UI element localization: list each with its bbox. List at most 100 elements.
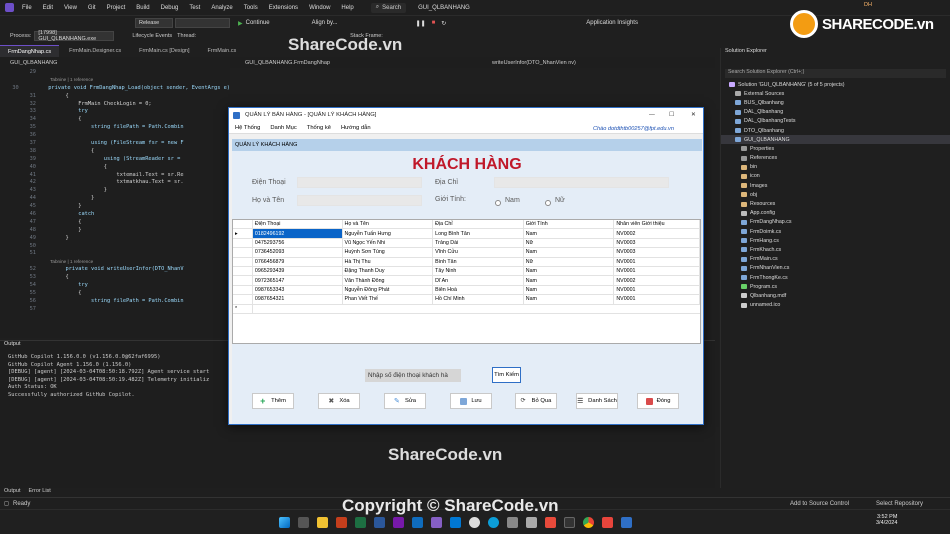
table-cell[interactable]: NV0002 bbox=[614, 276, 700, 285]
edit-button[interactable]: ✎ Sửa bbox=[384, 393, 426, 409]
lifecycle-button[interactable]: Lifecycle Events bbox=[132, 33, 172, 39]
row-header[interactable] bbox=[233, 238, 253, 248]
file-explorer-icon[interactable] bbox=[316, 516, 328, 528]
align-button[interactable]: Align by... bbox=[312, 20, 338, 26]
nav-project[interactable]: GUI_QLBANHANG bbox=[10, 60, 210, 66]
vscode-icon[interactable] bbox=[449, 516, 461, 528]
source-control-button[interactable]: Add to Source Control bbox=[790, 501, 849, 507]
female-label[interactable]: Nữ bbox=[555, 197, 565, 204]
table-cell[interactable]: NV0002 bbox=[614, 229, 700, 238]
skip-button[interactable]: ⟳ Bỏ Qua bbox=[515, 393, 557, 409]
solution-item[interactable]: Qlbanhang.mdf bbox=[721, 291, 950, 300]
close-button[interactable]: Đóng bbox=[637, 393, 679, 409]
table-cell[interactable]: 0766456879 bbox=[253, 257, 343, 266]
edge-icon[interactable] bbox=[487, 516, 499, 528]
solution-item[interactable]: icon bbox=[721, 172, 950, 181]
table-row[interactable]: 0736452093 Huỳnh Sơn Tùng Vĩnh Cửu Nam NV000… bbox=[233, 248, 700, 258]
solution-item[interactable]: obj bbox=[721, 190, 950, 199]
menu-view[interactable]: View bbox=[64, 5, 77, 11]
table-cell[interactable]: NV0001 bbox=[614, 285, 700, 295]
table-cell[interactable]: NV0001 bbox=[614, 266, 700, 276]
code-editor[interactable]: 29 Tabnine | 1 reference 30 private void … bbox=[0, 68, 230, 338]
column-header[interactable]: Giới Tính bbox=[524, 220, 615, 229]
continue-play-icon[interactable]: ▶ bbox=[238, 20, 243, 27]
app-menu-item[interactable]: Hệ Thống bbox=[235, 125, 260, 131]
table-cell[interactable]: Huỳnh Sơn Tùng bbox=[343, 248, 434, 257]
solution-item[interactable]: DAL_Qlbanhang bbox=[721, 108, 950, 117]
table-row[interactable]: 0766456879 Hà Thị Thu Bình Tân Nữ NV0001 bbox=[233, 257, 700, 267]
column-header[interactable]: Họ và Tên bbox=[343, 220, 434, 229]
minimize-icon[interactable]: — bbox=[649, 112, 655, 118]
solution-item[interactable]: bin bbox=[721, 163, 950, 172]
customer-grid[interactable]: Điện Thoại Họ và Tên Địa Chỉ Giới Tính Nhân … bbox=[232, 219, 701, 344]
save-button[interactable]: Lưu bbox=[450, 393, 492, 409]
table-cell[interactable]: Biên Hoà bbox=[433, 285, 524, 295]
solution-search-input[interactable]: Search Solution Explorer (Ctrl+;) bbox=[725, 69, 946, 78]
menu-extensions[interactable]: Extensions bbox=[269, 5, 298, 11]
platform-dropdown[interactable] bbox=[175, 18, 230, 28]
table-row[interactable]: 0987654321 Phan Viết Thế Hồ Chí Minh Nam NV0… bbox=[233, 295, 700, 305]
search-button[interactable]: Tìm Kiếm bbox=[492, 367, 521, 383]
start-icon[interactable] bbox=[278, 516, 290, 528]
table-cell[interactable]: Nữ bbox=[524, 257, 615, 266]
settings-icon[interactable] bbox=[506, 516, 518, 528]
solution-item[interactable]: GUI_QLBANHANG bbox=[721, 135, 950, 145]
close-icon[interactable]: ✕ bbox=[691, 112, 696, 118]
doc-tab[interactable]: FrmMain.cs [Design] bbox=[131, 45, 197, 57]
table-cell[interactable]: Văn Thành Đông bbox=[343, 276, 434, 285]
table-row[interactable]: 0987653343 Nguyễn Đông Phát Biên Hoà Nam NV0… bbox=[233, 285, 700, 296]
table-cell[interactable]: Vĩnh Cửu bbox=[433, 248, 524, 257]
table-cell[interactable]: Nam bbox=[524, 295, 615, 304]
terminal-icon[interactable] bbox=[563, 516, 575, 528]
solution-item[interactable]: DTO_Qlbanhang bbox=[721, 126, 950, 135]
solution-item[interactable]: FrmKhach.cs bbox=[721, 245, 950, 254]
table-cell[interactable]: Long Bình Tân bbox=[433, 229, 524, 238]
table-cell[interactable]: Trảng Dài bbox=[433, 238, 524, 248]
column-header[interactable]: Nhân viên Giới thiệu bbox=[614, 220, 700, 229]
table-cell[interactable]: NV0001 bbox=[614, 257, 700, 266]
maximize-icon[interactable]: ☐ bbox=[669, 112, 674, 118]
search-phone-input[interactable]: Nhập số điện thoại khách hà bbox=[365, 369, 461, 382]
chrome-icon[interactable] bbox=[582, 516, 594, 528]
table-cell[interactable]: Phan Viết Thế bbox=[343, 295, 434, 304]
solution-item[interactable]: FrmThongKe.cs bbox=[721, 273, 950, 282]
table-cell[interactable]: 0965293439 bbox=[253, 266, 343, 276]
solution-item[interactable]: App.config bbox=[721, 209, 950, 218]
table-cell[interactable]: Nam bbox=[524, 276, 615, 285]
table-cell[interactable]: 0972365147 bbox=[253, 276, 343, 285]
menu-file[interactable]: File bbox=[22, 5, 32, 11]
powerpoint-icon[interactable] bbox=[335, 516, 347, 528]
vs-logo-icon[interactable] bbox=[5, 3, 14, 12]
table-cell[interactable]: NV0001 bbox=[614, 295, 700, 304]
table-row[interactable]: 0972365147 Văn Thành Đông Dĩ An Nam NV0002 bbox=[233, 276, 700, 286]
pause-icon[interactable]: ❚❚ bbox=[416, 20, 426, 27]
name-input[interactable] bbox=[297, 195, 422, 206]
task-view-icon[interactable] bbox=[297, 516, 309, 528]
tab-error-list[interactable]: Error List bbox=[29, 488, 51, 494]
nav-method[interactable]: writeUserInfor(DTO_NhanVien nv) bbox=[492, 60, 576, 66]
excel-icon[interactable] bbox=[354, 516, 366, 528]
process-dropdown[interactable]: [17998] GUI_QLBANHANG.exe bbox=[34, 30, 115, 42]
app-menu-item[interactable]: Danh Mục bbox=[270, 125, 296, 131]
table-cell[interactable]: Nguyễn Đông Phát bbox=[343, 285, 434, 295]
stop-icon[interactable]: ■ bbox=[432, 20, 436, 26]
tab-output[interactable]: Output bbox=[4, 488, 21, 494]
table-cell[interactable]: Nam bbox=[524, 266, 615, 276]
app-menu-item[interactable]: Thống kê bbox=[307, 125, 331, 131]
photos-icon[interactable] bbox=[601, 516, 613, 528]
table-cell[interactable]: Đặng Thanh Duy bbox=[343, 266, 434, 276]
column-header[interactable]: Điện Thoại bbox=[253, 220, 343, 229]
row-header[interactable] bbox=[233, 276, 253, 285]
word-icon[interactable] bbox=[373, 516, 385, 528]
menu-debug[interactable]: Debug bbox=[161, 5, 179, 11]
table-cell[interactable]: NV0003 bbox=[614, 248, 700, 257]
solution-item[interactable]: FrmMain.cs bbox=[721, 255, 950, 264]
insights-button[interactable]: Application Insights bbox=[586, 20, 638, 26]
solution-item[interactable]: Images bbox=[721, 181, 950, 190]
row-header[interactable] bbox=[233, 295, 253, 304]
menu-test[interactable]: Test bbox=[189, 5, 200, 11]
solution-item[interactable]: FrmNhanVien.cs bbox=[721, 264, 950, 273]
table-cell[interactable]: Bình Tân bbox=[433, 257, 524, 266]
table-cell[interactable]: Dĩ An bbox=[433, 276, 524, 285]
row-header[interactable] bbox=[233, 285, 253, 295]
